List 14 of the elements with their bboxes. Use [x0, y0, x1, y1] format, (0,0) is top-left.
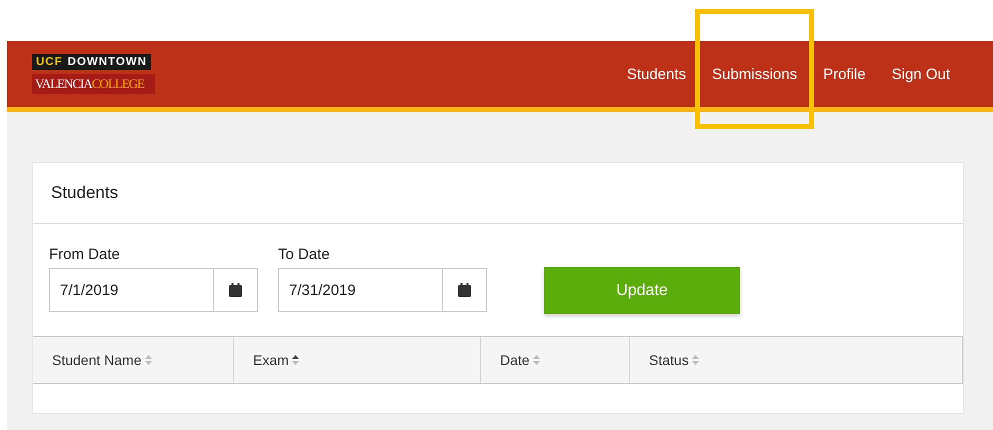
column-header[interactable]: Student Name — [33, 337, 233, 383]
nav-link[interactable]: Sign Out — [878, 58, 963, 90]
column-header[interactable]: Date — [480, 337, 629, 383]
nav-link[interactable]: Submissions — [699, 58, 810, 90]
card-title: Students — [33, 163, 963, 224]
nav-link[interactable]: Students — [614, 58, 700, 90]
logo: UCF DOWNTOWN — [32, 54, 151, 70]
nav-link[interactable]: Profile — [810, 58, 879, 90]
field-label: From Date — [49, 246, 120, 263]
sort-icon[interactable] — [292, 355, 299, 365]
column-header[interactable]: Status — [629, 337, 962, 383]
column-header[interactable]: Exam — [233, 337, 480, 383]
logo: VALENCIACOLLEGE — [32, 74, 155, 94]
field-label: To Date — [278, 246, 330, 263]
